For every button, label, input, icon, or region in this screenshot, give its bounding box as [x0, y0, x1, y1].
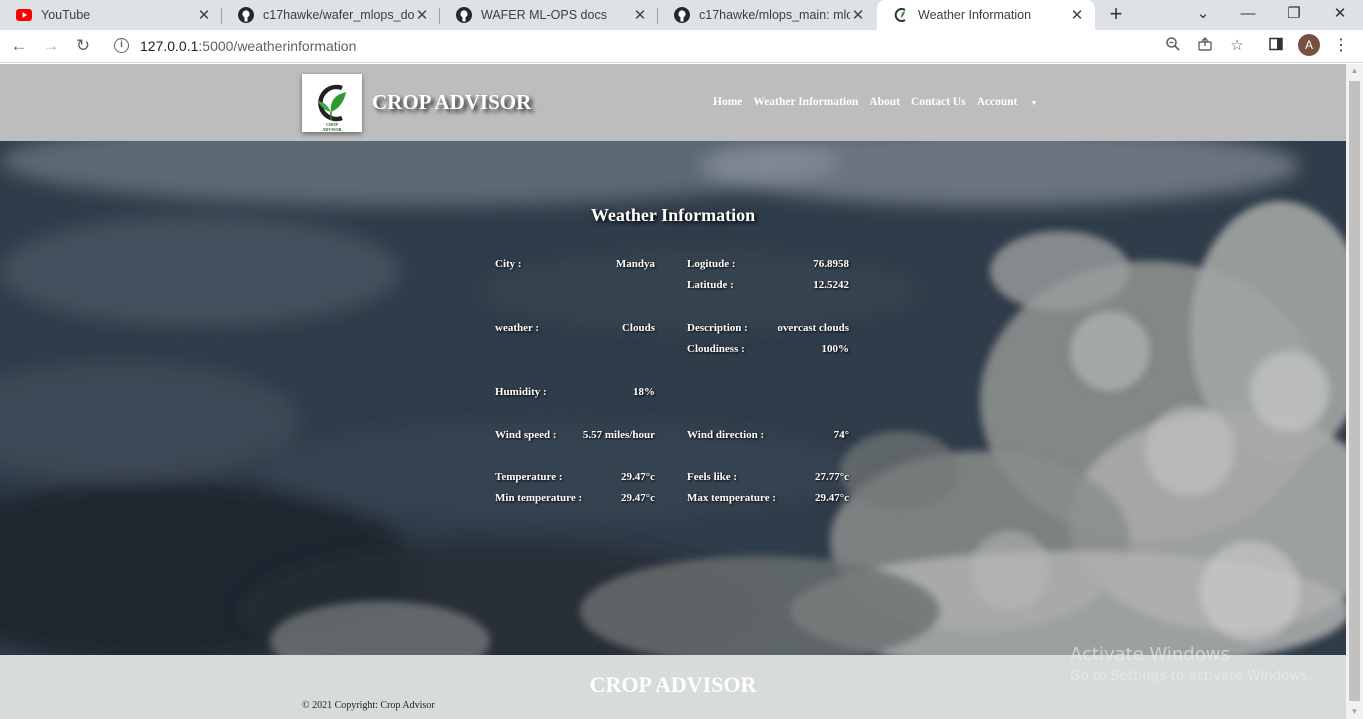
wind-speed-label: Wind speed :: [495, 429, 557, 441]
weather-label: weather :: [495, 322, 540, 334]
site-nav: Home Weather Information About Contact U…: [713, 96, 1059, 108]
cloudiness-label: Cloudiness :: [687, 343, 745, 355]
github-icon: [238, 7, 254, 23]
nav-home[interactable]: Home: [713, 96, 742, 108]
site-brand[interactable]: CROP ADVISOR: [372, 90, 531, 115]
nav-about[interactable]: About: [869, 96, 900, 108]
humidity-label: Humidity :: [495, 386, 547, 398]
site-header: CROP ADVISOR CROP ADVISOR Home Weather I…: [0, 64, 1346, 141]
row-wind: Wind speed : 5.57 miles/hour Wind direct…: [495, 429, 849, 443]
watermark-line1: Activate Windows: [1070, 644, 1230, 665]
longitude-value: 76.8958: [813, 258, 849, 270]
latitude-label: Latitude :: [687, 279, 734, 291]
feels-like-label: Feels like :: [687, 471, 738, 483]
weather-value: Clouds: [621, 322, 655, 334]
tab-strip: YouTube ✕ c17hawke/wafer_mlops_docs ✕ WA…: [0, 0, 1363, 30]
zoom-icon[interactable]: [1163, 36, 1183, 56]
tab-title: YouTube: [41, 8, 91, 22]
caret-down-icon: ▼: [1030, 99, 1038, 107]
github-icon: [674, 7, 690, 23]
min-temperature-label: Min temperature :: [495, 492, 583, 504]
minimize-button[interactable]: —: [1225, 0, 1271, 30]
longitude-label: Logitude :: [687, 258, 736, 270]
scrollbar-thumb[interactable]: [1349, 81, 1360, 701]
cloudiness-value: 100%: [821, 343, 850, 355]
weather-title: Weather Information: [590, 205, 756, 225]
row-humidity: Humidity : 18%: [495, 386, 849, 400]
min-temperature-value: 29.47°c: [620, 492, 655, 504]
close-tab-icon[interactable]: ✕: [196, 6, 212, 24]
nav-account-label: Account: [976, 96, 1018, 108]
url-text[interactable]: 127.0.0.1:5000/weatherinformation: [140, 38, 356, 54]
back-icon[interactable]: ←: [8, 35, 30, 57]
wind-direction-label: Wind direction :: [687, 429, 765, 441]
max-temperature-label: Max temperature :: [687, 492, 776, 504]
site-logo[interactable]: CROP ADVISOR: [302, 74, 362, 132]
tab-title: WAFER ML-OPS docs: [481, 8, 607, 22]
tab-mlops-main[interactable]: c17hawke/mlops_main: mlop ✕: [658, 0, 876, 30]
profile-avatar[interactable]: A: [1298, 34, 1320, 56]
tab-youtube[interactable]: YouTube ✕: [0, 0, 222, 30]
crop-advisor-favicon: [893, 7, 909, 23]
wind-direction-value: 74°: [833, 429, 849, 441]
tab-title: Weather Information: [918, 8, 1032, 22]
close-tab-icon[interactable]: ✕: [414, 6, 430, 24]
wind-speed-value: 5.57 miles/hour: [582, 429, 655, 441]
row-cloudiness: Cloudiness : 100%: [495, 343, 849, 357]
row-city-longitude: City : Mandya Logitude : 76.8958: [495, 258, 849, 272]
more-menu-icon[interactable]: ⋮: [1331, 36, 1351, 56]
humidity-value: 18%: [633, 386, 655, 398]
forward-icon[interactable]: →: [40, 35, 62, 57]
city-label: City :: [495, 258, 522, 270]
row-temperature: Temperature : 29.47°c Feels like : 27.77…: [495, 471, 849, 485]
feels-like-value: 27.77°c: [814, 471, 849, 483]
temperature-label: Temperature :: [495, 471, 563, 483]
side-panel-icon[interactable]: [1266, 36, 1286, 56]
github-icon: [456, 7, 472, 23]
footer-copyright: © 2021 Copyright: Crop Advisor: [302, 700, 435, 711]
scroll-up-icon[interactable]: ▲: [1346, 64, 1363, 78]
description-label: Description :: [687, 322, 748, 334]
nav-account-dropdown[interactable]: Account ▼: [977, 96, 1049, 108]
reload-icon[interactable]: ↻: [72, 35, 94, 57]
svg-text:ADVISOR: ADVISOR: [322, 127, 342, 132]
latitude-value: 12.5242: [813, 279, 849, 291]
temperature-value: 29.47°c: [620, 471, 655, 483]
page-viewport: CROP ADVISOR CROP ADVISOR Home Weather I…: [0, 64, 1346, 719]
new-tab-button[interactable]: +: [1106, 0, 1126, 30]
watermark-line2: Go to Settings to activate Windows.: [1070, 668, 1312, 684]
windows-activation-watermark: Activate Windows Go to Settings to activ…: [1070, 644, 1312, 684]
description-value: overcast clouds: [777, 322, 849, 334]
site-info-icon[interactable]: i: [114, 38, 129, 53]
youtube-icon: [16, 7, 32, 23]
tab-weather-information[interactable]: Weather Information ✕: [877, 0, 1095, 30]
close-tab-icon[interactable]: ✕: [632, 6, 648, 24]
tab-wafer-mlops-docs[interactable]: c17hawke/wafer_mlops_docs ✕: [222, 0, 440, 30]
nav-contact-us[interactable]: Contact Us: [911, 96, 966, 108]
max-temperature-value: 29.47°c: [814, 492, 849, 504]
city-value: Mandya: [615, 258, 655, 270]
close-tab-icon[interactable]: ✕: [1069, 6, 1085, 24]
tab-wafer-docs[interactable]: WAFER ML-OPS docs ✕: [440, 0, 658, 30]
nav-weather-information[interactable]: Weather Information: [753, 96, 858, 108]
close-window-button[interactable]: ✕: [1317, 0, 1363, 30]
page-scrollbar[interactable]: ▲ ▼: [1346, 64, 1363, 719]
restore-button[interactable]: ❐: [1271, 0, 1317, 30]
row-weather-description: weather : Clouds Description : overcast …: [495, 322, 849, 336]
url-host: 127.0.0.1: [140, 38, 199, 54]
address-bar[interactable]: i 127.0.0.1:5000/weatherinformation: [106, 32, 1256, 61]
share-icon[interactable]: [1195, 36, 1215, 56]
url-path: :5000/weatherinformation: [198, 38, 357, 54]
tab-search-icon[interactable]: ⌄: [1180, 0, 1226, 30]
scroll-down-icon[interactable]: ▼: [1346, 705, 1363, 719]
row-latitude: Latitude : 12.5242: [495, 279, 849, 293]
close-tab-icon[interactable]: ✕: [850, 6, 866, 24]
weather-section: Weather Information City : Mandya Logitu…: [0, 141, 1346, 655]
bookmark-star-icon[interactable]: ☆: [1227, 36, 1247, 56]
browser-toolbar: ← → ↻ i 127.0.0.1:5000/weatherinformatio…: [0, 30, 1363, 63]
tab-title: c17hawke/mlops_main: mlop: [699, 8, 850, 22]
row-min-max-temperature: Min temperature : 29.47°c Max temperatur…: [495, 492, 849, 506]
tab-title: c17hawke/wafer_mlops_docs: [263, 8, 414, 22]
